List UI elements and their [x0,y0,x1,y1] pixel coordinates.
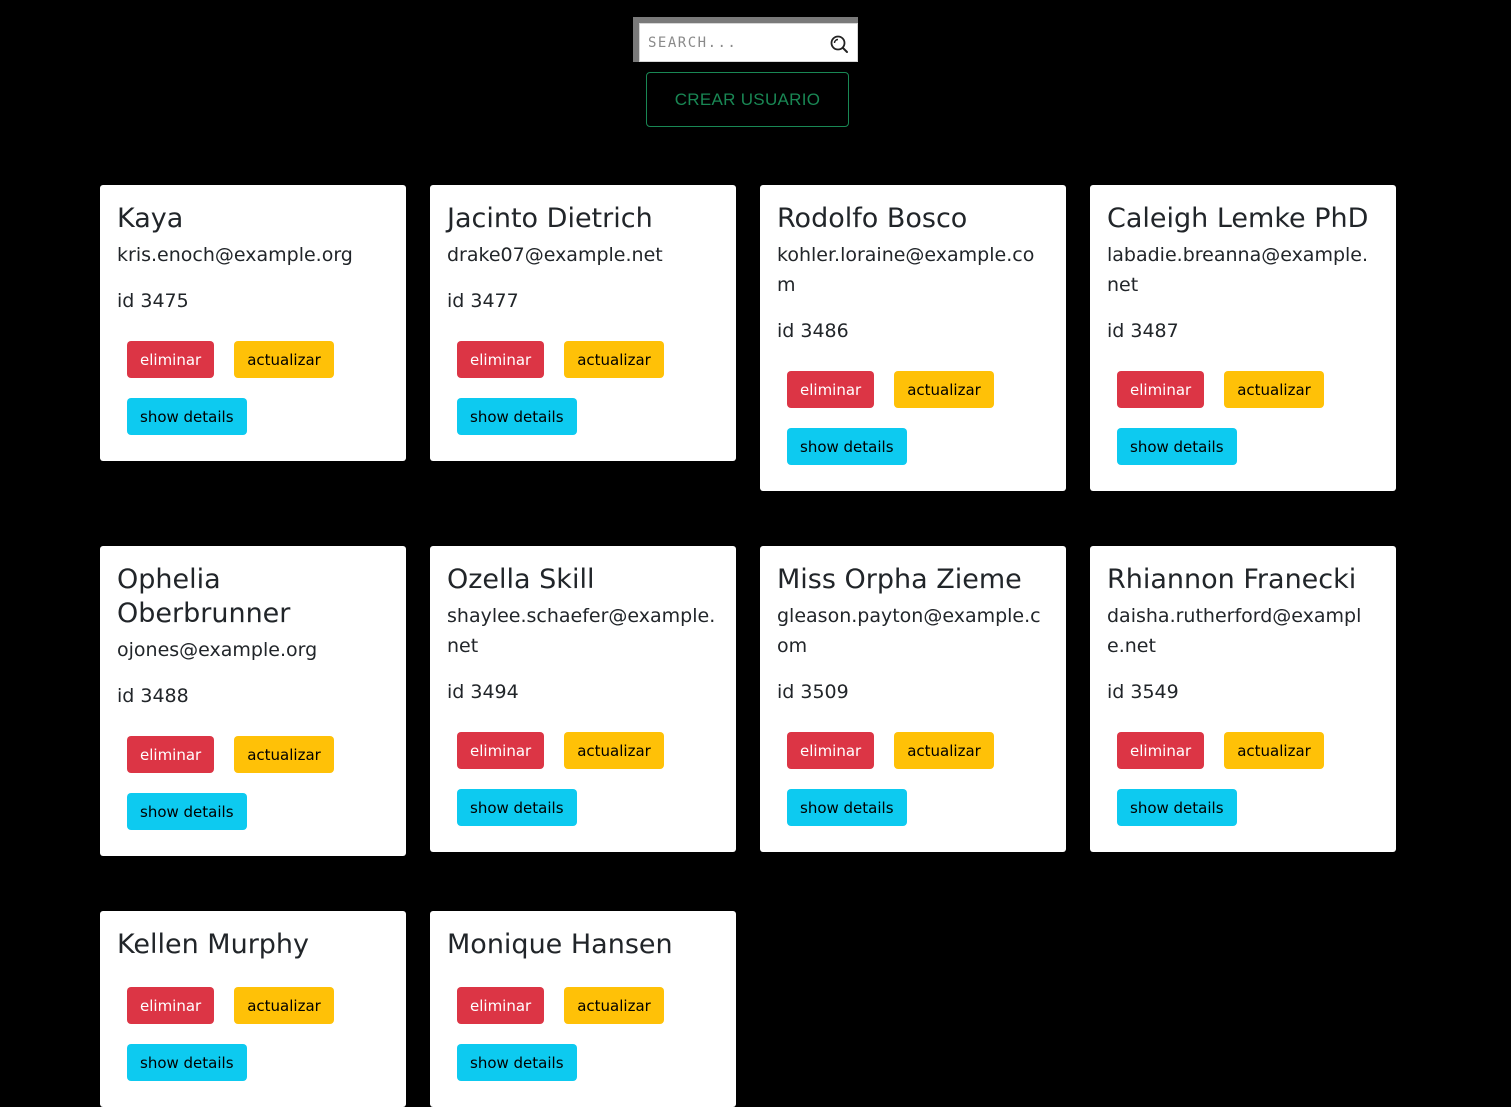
user-card: Jacinto Dietrich drake07@example.net id … [430,185,736,461]
search-box [639,23,858,62]
user-email: gleason.payton@example.com [777,605,1041,657]
update-button[interactable]: actualizar [1224,732,1324,769]
delete-button[interactable]: eliminar [1117,371,1205,408]
user-email: kohler.loraine@example.com [777,244,1035,296]
card-actions: eliminar actualizar [787,732,1049,769]
user-id: id 3477 [447,290,519,312]
user-email: drake07@example.net [447,244,663,266]
show-details-button[interactable]: show details [127,398,247,435]
card-actions: eliminar actualizar [127,736,389,773]
user-id: id 3494 [447,681,519,703]
user-id: id 3488 [117,685,189,707]
card-actions: eliminar actualizar [1117,371,1379,408]
delete-button[interactable]: eliminar [457,987,545,1024]
delete-button[interactable]: eliminar [787,371,875,408]
user-card: Miss Orpha Zieme gleason.payton@example.… [760,546,1066,852]
user-card: Caleigh Lemke PhD labadie.breanna@exampl… [1090,185,1396,491]
user-email: shaylee.schaefer@example.net [447,605,716,657]
delete-button[interactable]: eliminar [457,732,545,769]
user-name: Ozella Skill [447,564,595,595]
user-name: Caleigh Lemke PhD [1107,203,1369,234]
update-button[interactable]: actualizar [894,371,994,408]
card-actions: eliminar actualizar [1117,732,1379,769]
card-actions: eliminar actualizar [127,341,389,378]
search-icon[interactable] [829,34,849,54]
user-name: Monique Hansen [447,929,673,960]
user-card: Rhiannon Franecki daisha.rutherford@exam… [1090,546,1396,852]
search-input[interactable] [648,24,823,61]
update-button[interactable]: actualizar [894,732,994,769]
show-details-button[interactable]: show details [457,1044,577,1081]
user-name: Rodolfo Bosco [777,203,968,234]
user-name: Rhiannon Franecki [1107,564,1357,595]
user-card: Kellen Murphy eliminar actualizar show d… [100,911,406,1107]
user-email: ojones@example.org [117,639,318,661]
user-card: Kaya kris.enoch@example.org id 3475 elim… [100,185,406,461]
card-actions: eliminar actualizar [457,987,719,1024]
card-actions: eliminar actualizar [787,371,1049,408]
update-button[interactable]: actualizar [1224,371,1324,408]
update-button[interactable]: actualizar [564,732,664,769]
card-actions: eliminar actualizar [457,341,719,378]
user-name: Jacinto Dietrich [447,203,653,234]
delete-button[interactable]: eliminar [1117,732,1205,769]
delete-button[interactable]: eliminar [457,341,545,378]
show-details-button[interactable]: show details [457,398,577,435]
delete-button[interactable]: eliminar [787,732,875,769]
update-button[interactable]: actualizar [234,341,334,378]
create-user-button[interactable]: CREAR USUARIO [646,72,849,127]
show-details-button[interactable]: show details [787,789,907,826]
user-card: Ophelia Oberbrunner ojones@example.org i… [100,546,406,856]
user-id: id 3509 [777,681,849,703]
show-details-button[interactable]: show details [1117,428,1237,465]
user-name: Miss Orpha Zieme [777,564,1022,595]
user-id: id 3549 [1107,681,1179,703]
update-button[interactable]: actualizar [564,987,664,1024]
delete-button[interactable]: eliminar [127,341,215,378]
show-details-button[interactable]: show details [127,793,247,830]
user-card: Monique Hansen eliminar actualizar show … [430,911,736,1107]
user-name: Kaya [117,203,184,234]
user-name: Kellen Murphy [117,929,310,960]
card-actions: eliminar actualizar [457,732,719,769]
user-card: Rodolfo Bosco kohler.loraine@example.com… [760,185,1066,491]
user-id: id 3486 [777,320,849,342]
show-details-button[interactable]: show details [1117,789,1237,826]
update-button[interactable]: actualizar [234,736,334,773]
user-email: labadie.breanna@example.net [1107,244,1369,296]
update-button[interactable]: actualizar [234,987,334,1024]
show-details-button[interactable]: show details [787,428,907,465]
user-card: Ozella Skill shaylee.schaefer@example.ne… [430,546,736,852]
user-email: kris.enoch@example.org [117,244,353,266]
show-details-button[interactable]: show details [457,789,577,826]
user-name: Ophelia Oberbrunner [117,564,291,629]
search-container [633,17,858,62]
update-button[interactable]: actualizar [564,341,664,378]
user-email: daisha.rutherford@example.net [1107,605,1362,657]
delete-button[interactable]: eliminar [127,736,215,773]
user-id: id 3475 [117,290,189,312]
delete-button[interactable]: eliminar [127,987,215,1024]
show-details-button[interactable]: show details [127,1044,247,1081]
user-id: id 3487 [1107,320,1179,342]
card-actions: eliminar actualizar [127,987,389,1024]
